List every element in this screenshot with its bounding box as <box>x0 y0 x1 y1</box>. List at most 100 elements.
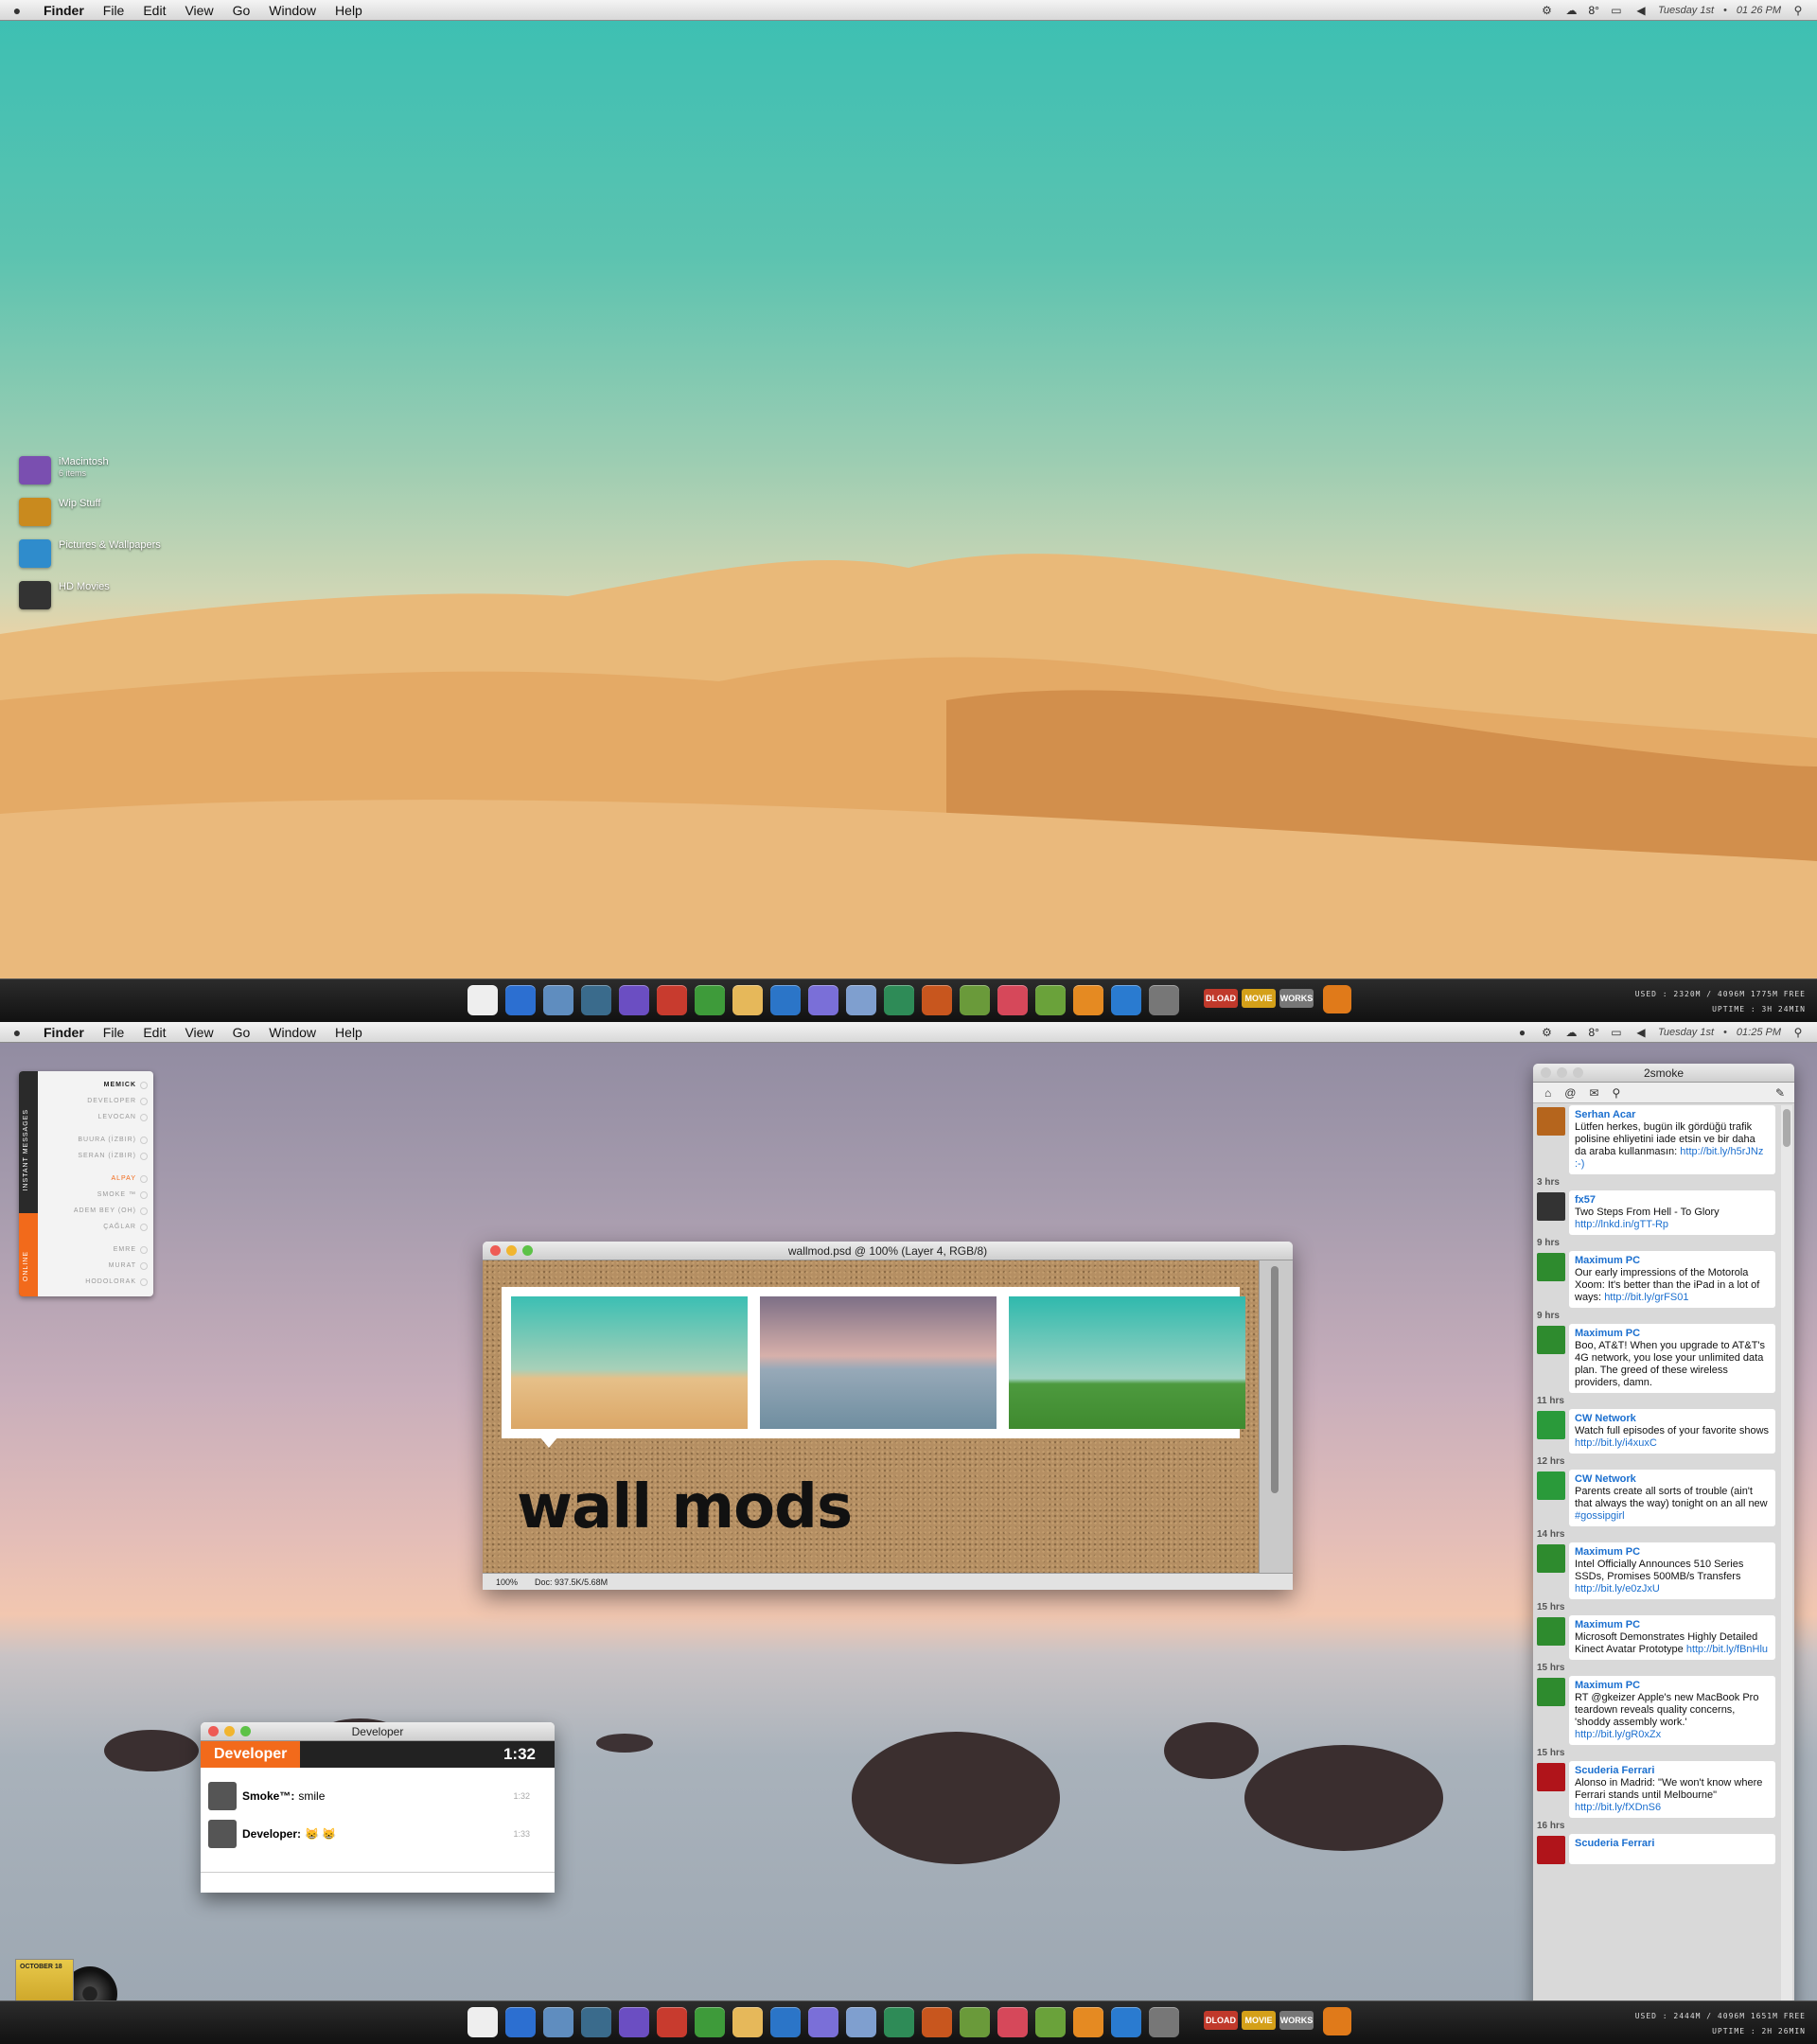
close-button[interactable] <box>490 1245 501 1256</box>
menu-go[interactable]: Go <box>223 1025 260 1040</box>
dock-app-icon[interactable] <box>846 2007 876 2037</box>
im-buddy-row[interactable]: Alpay <box>40 1171 148 1187</box>
menubar-date[interactable]: Tuesday 1st <box>1658 5 1714 16</box>
tweet-author[interactable]: Maximum PC <box>1575 1546 1770 1559</box>
im-buddy-row[interactable]: Developer <box>40 1093 148 1109</box>
dock-app-icon[interactable] <box>1073 2007 1103 2037</box>
avatar[interactable] <box>1537 1253 1565 1281</box>
dock-app-icon[interactable] <box>732 985 763 1015</box>
tweet-author[interactable]: Scuderia Ferrari <box>1575 1838 1770 1850</box>
dock-extra-app-icon[interactable] <box>1323 985 1351 1013</box>
dock-app-icon[interactable] <box>695 985 725 1015</box>
dock-app-icon[interactable] <box>1149 985 1179 1015</box>
minimize-button[interactable] <box>506 1245 517 1256</box>
tweet-author[interactable]: Scuderia Ferrari <box>1575 1765 1770 1777</box>
avatar[interactable] <box>1537 1326 1565 1354</box>
zoom-button[interactable] <box>522 1245 533 1256</box>
tweet-author[interactable]: Maximum PC <box>1575 1619 1770 1631</box>
ps-scroll-thumb[interactable] <box>1271 1266 1279 1493</box>
tweet-author[interactable]: Serhan Acar <box>1575 1109 1770 1121</box>
stack-works[interactable]: WORKS <box>1279 2011 1314 2030</box>
close-button[interactable] <box>1541 1067 1551 1078</box>
tweet-author[interactable]: Maximum PC <box>1575 1680 1770 1692</box>
desktop-icon-imacintosh[interactable]: iMacintosh 6 items <box>19 456 189 498</box>
ps-vertical-scrollbar[interactable] <box>1259 1260 1293 1573</box>
dock-app-icon[interactable] <box>1111 985 1141 1015</box>
dock-app-icon[interactable] <box>1111 2007 1141 2037</box>
dock-app-icon[interactable] <box>1149 2007 1179 2037</box>
im-buddy-row[interactable]: Çağlar <box>40 1219 148 1235</box>
ps-canvas[interactable]: wall mods <box>483 1260 1259 1573</box>
spotlight-search-icon[interactable]: ⚲ <box>1791 1026 1806 1039</box>
tweet-link[interactable]: #gossipgirl <box>1575 1510 1625 1522</box>
dock-app-icon[interactable] <box>808 985 838 1015</box>
dock-app-icon[interactable] <box>505 2007 536 2037</box>
dock-app-icon[interactable] <box>1035 985 1066 1015</box>
dock-app-icon[interactable] <box>619 985 649 1015</box>
dock-app-icon[interactable] <box>543 985 573 1015</box>
chat-message-input[interactable] <box>201 1872 555 1893</box>
dock-app-icon[interactable] <box>581 2007 611 2037</box>
tweet[interactable]: Serhan Acar Lütfen herkes, bugün ilk görd… <box>1537 1105 1775 1174</box>
photoshop-document-window[interactable]: wallmod.psd @ 100% (Layer 4, RGB/8) wall… <box>483 1242 1293 1590</box>
tweet[interactable]: Scuderia Ferrari <box>1537 1834 1775 1864</box>
ps-zoom-level[interactable]: 100% <box>496 1577 518 1587</box>
menubar-date[interactable]: Tuesday 1st <box>1658 1027 1714 1038</box>
search-icon[interactable]: ⚲ <box>1613 1086 1621 1100</box>
dock-app-icon[interactable] <box>846 985 876 1015</box>
dock-app-icon[interactable] <box>695 2007 725 2037</box>
tweet-author[interactable]: fx57 <box>1575 1194 1770 1207</box>
tweet-link[interactable]: http://bit.ly/fXDnS6 <box>1575 1802 1661 1813</box>
mentions-icon[interactable]: @ <box>1564 1086 1576 1100</box>
tweet-link[interactable]: http://bit.ly/fBnHlu <box>1686 1644 1768 1655</box>
dock-app-icon[interactable] <box>960 985 990 1015</box>
dock-app-icon[interactable] <box>770 985 801 1015</box>
im-buddy-row[interactable]: Smoke ™ <box>40 1187 148 1203</box>
menu-help[interactable]: Help <box>326 3 372 18</box>
im-buddy-row[interactable]: Buura (İzbir) <box>40 1132 148 1148</box>
tweet[interactable]: fx57 Two Steps From Hell - To Glory http:… <box>1537 1190 1775 1235</box>
im-tab-messages[interactable]: Instant Messages <box>23 1109 34 1191</box>
im-buddy-row[interactable]: Levocan <box>40 1109 148 1125</box>
dock-extra-app-icon[interactable] <box>1323 2007 1351 2035</box>
menu-file[interactable]: File <box>94 1025 134 1040</box>
menu-edit[interactable]: Edit <box>133 3 175 18</box>
menu-view[interactable]: View <box>175 3 222 18</box>
zoom-button[interactable] <box>240 1726 251 1736</box>
menubar-time[interactable]: 01:25 PM <box>1737 1027 1781 1038</box>
chat-status-icon[interactable]: ● <box>1514 1026 1529 1039</box>
dock-app-icon[interactable] <box>884 2007 914 2037</box>
volume-icon[interactable]: ◀ <box>1633 1026 1649 1039</box>
tweet-author[interactable]: CW Network <box>1575 1413 1770 1425</box>
avatar[interactable] <box>1537 1471 1565 1500</box>
desktop-icon-hd-movies[interactable]: HD Movies <box>19 581 189 623</box>
dock-app-icon[interactable] <box>808 2007 838 2037</box>
menu-help[interactable]: Help <box>326 1025 372 1040</box>
dock-app-icon[interactable] <box>1073 985 1103 1015</box>
close-button[interactable] <box>208 1726 219 1736</box>
chat-window[interactable]: Developer Developer 1:32 Smoke™: smile 1… <box>201 1722 555 1893</box>
stack-movie[interactable]: MOVIE <box>1242 989 1276 1008</box>
dock-app-icon[interactable] <box>657 2007 687 2037</box>
apple-menu-icon[interactable]: ● <box>0 3 34 18</box>
weather-temp[interactable]: 8° <box>1588 1026 1598 1039</box>
desktop-icon-pictures[interactable]: Pictures & Wallpapers <box>19 539 189 581</box>
avatar[interactable] <box>1537 1836 1565 1864</box>
minimize-button[interactable] <box>224 1726 235 1736</box>
tweet-author[interactable]: Maximum PC <box>1575 1255 1770 1267</box>
compose-icon[interactable]: ✎ <box>1775 1086 1785 1100</box>
dock-app-icon[interactable] <box>467 2007 498 2037</box>
dock-app-icon[interactable] <box>467 985 498 1015</box>
menubar-time[interactable]: 01 26 PM <box>1737 5 1781 16</box>
menu-view[interactable]: View <box>175 1025 222 1040</box>
tweet[interactable]: CW Network Watch full episodes of your fa… <box>1537 1409 1775 1454</box>
tweet[interactable]: Maximum PC Intel Officially Announces 510… <box>1537 1542 1775 1599</box>
desktop-icon-wip-stuff[interactable]: Wip Stuff <box>19 498 189 539</box>
menu-window[interactable]: Window <box>259 1025 326 1040</box>
stack-movie[interactable]: MOVIE <box>1242 2011 1276 2030</box>
messages-icon[interactable]: ✉ <box>1589 1086 1598 1100</box>
stack-works[interactable]: WORKS <box>1279 989 1314 1008</box>
menu-file[interactable]: File <box>94 3 134 18</box>
tweet-link[interactable]: http://lnkd.in/gTT-Rp <box>1575 1219 1668 1230</box>
dock-app-icon[interactable] <box>619 2007 649 2037</box>
